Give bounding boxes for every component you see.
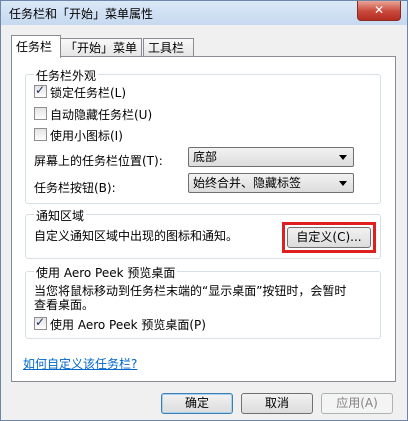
taskbar-location-select[interactable]: 底部 [188,147,354,167]
taskbar-buttons-select[interactable]: 始终合并、隐藏标签 [188,173,354,193]
title-bar[interactable]: 任务栏和「开始」菜单属性 ✕ [1,1,407,25]
taskbar-buttons-value: 始终合并、隐藏标签 [193,176,302,190]
notification-group-title: 通知区域 [34,207,87,224]
buttons-label: 任务栏按钮(B): [34,181,116,195]
close-button[interactable]: ✕ [357,1,401,21]
auto-hide-checkbox[interactable] [34,107,47,120]
taskbar-location-value: 底部 [193,150,218,164]
help-link[interactable]: 如何自定义该任务栏? [23,355,137,372]
properties-dialog: 任务栏和「开始」菜单属性 ✕ 任务栏 「开始」菜单 工具栏 任务栏外观 锁定任务… [0,0,408,421]
highlight-frame [282,222,376,253]
small-icons-checkbox[interactable] [34,128,47,141]
ok-button[interactable]: 确定 [161,393,233,414]
auto-hide-label: 自动隐藏任务栏(U) [50,108,153,122]
location-label: 屏幕上的任务栏位置(T): [34,154,163,168]
aero-peek-checkbox[interactable] [34,315,47,330]
tab-toolbars[interactable]: 工具栏 [143,38,194,57]
tab-start-menu[interactable]: 「开始」菜单 [60,38,142,57]
tab-taskbar[interactable]: 任务栏 [11,35,61,58]
lock-taskbar-checkbox[interactable] [34,83,47,98]
aero-peek-label: 使用 Aero Peek 预览桌面(P) [50,318,206,332]
dropdown-arrow-icon [339,155,347,160]
lock-taskbar-label: 锁定任务栏(L) [50,86,127,100]
aero-peek-group-title: 使用 Aero Peek 预览桌面 [34,264,178,281]
window-title: 任务栏和「开始」菜单属性 [9,7,154,21]
close-icon: ✕ [373,3,385,17]
apply-button: 应用(A) [321,393,393,414]
notification-description: 自定义通知区域中出现的图标和通知。 [34,229,239,243]
aero-peek-description-line2: 查看桌面。 [34,298,95,312]
dropdown-arrow-icon [339,181,347,186]
appearance-group-title: 任务栏外观 [34,67,99,84]
cancel-button[interactable]: 取消 [241,393,313,414]
small-icons-label: 使用小图标(I) [50,129,123,143]
